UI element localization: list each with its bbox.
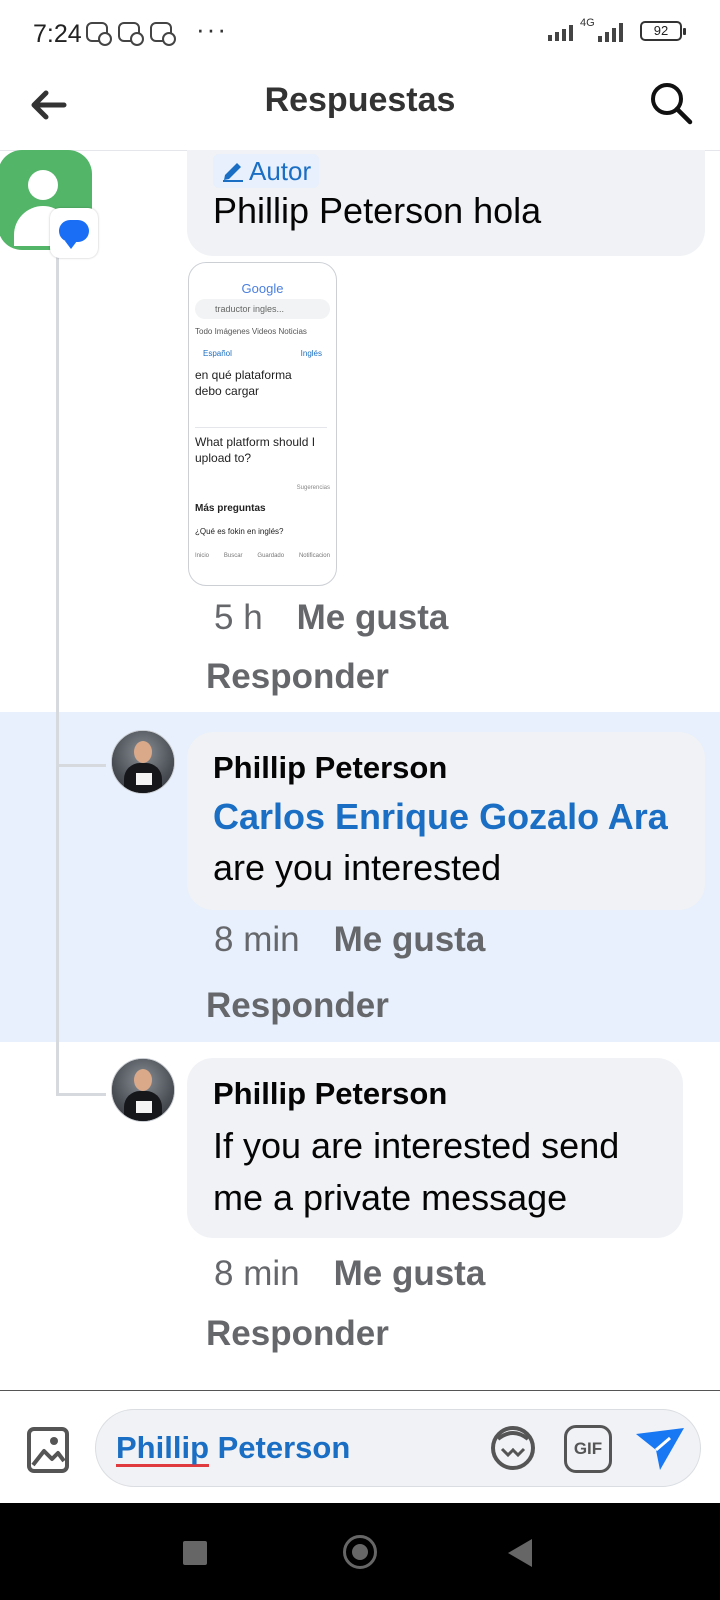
- attachment-nav: Inicio Buscar Guardado Notificacion: [195, 553, 330, 559]
- reply-button[interactable]: Responder: [206, 657, 389, 697]
- status-right: 4G 92: [548, 17, 686, 42]
- attachment-suggestions: Sugerencias: [296, 485, 330, 491]
- status-bar: 7:24 ··· 4G 92: [0, 0, 720, 68]
- attachment-nav-item: Buscar: [223, 553, 243, 559]
- comment-text-line: If you are interested send: [213, 1125, 620, 1166]
- attachment-languages: Español Inglés: [203, 349, 322, 358]
- notification-icons: [86, 22, 176, 46]
- system-nav-bar: [0, 1503, 720, 1600]
- like-button[interactable]: Me gusta: [334, 920, 486, 959]
- mention-link[interactable]: Carlos Enrique Gozalo Ara: [213, 796, 668, 838]
- attachment-nav-item: Guardado: [257, 553, 285, 559]
- attachment-target-lang: Inglés: [300, 349, 322, 358]
- screenshot-attachment[interactable]: Google traductor ingles... Todo Imágenes…: [188, 262, 337, 586]
- comment-meta: 5 h Me gusta: [214, 598, 448, 638]
- comment-text: Phillip Peterson hola: [213, 190, 542, 231]
- back-triangle-icon[interactable]: [508, 1539, 532, 1567]
- attachment-google-logo: Google: [241, 281, 284, 296]
- attachment-more-questions: Más preguntas: [195, 503, 266, 514]
- pencil-icon: [223, 163, 243, 182]
- signal-icon: [548, 25, 573, 41]
- photo-icon[interactable]: [26, 1425, 70, 1475]
- attachment-tabs: Todo Imágenes Videos Noticias: [195, 327, 307, 336]
- network-4g: 4G: [580, 17, 630, 42]
- comment-input-text: Phillip Peterson: [116, 1430, 350, 1466]
- thread-branch: [56, 1093, 106, 1096]
- comment-bubble[interactable]: Autor Phillip Peterson hola: [187, 150, 705, 256]
- page-title: Respuestas: [264, 81, 456, 119]
- comment-meta: 8 min Me gusta: [214, 1254, 485, 1294]
- recent-apps-icon[interactable]: [183, 1541, 207, 1565]
- chat-notification-icon: [86, 22, 112, 46]
- reply-button[interactable]: Responder: [206, 1314, 389, 1354]
- attachment-source-lang: Español: [203, 349, 232, 358]
- more-notifications-icon: ···: [196, 14, 228, 44]
- comment-author-name[interactable]: Phillip Peterson: [213, 750, 447, 786]
- comment-time: 8 min: [214, 1254, 300, 1293]
- app-header: Respuestas: [0, 68, 720, 151]
- chat-notification-icon: [150, 22, 176, 46]
- comment-composer: Phillip Peterson GIF: [0, 1391, 720, 1503]
- author-badge: Autor: [213, 154, 320, 188]
- thread-branch: [56, 764, 106, 767]
- thread-line: [56, 250, 59, 1096]
- attachment-nav-item: Inicio: [195, 553, 210, 559]
- comment-bubble[interactable]: Phillip Peterson If you are interested s…: [187, 1058, 683, 1238]
- comment-input[interactable]: Phillip Peterson GIF: [95, 1409, 701, 1487]
- author-badge-label: Autor: [249, 155, 312, 186]
- gif-button[interactable]: GIF: [564, 1425, 612, 1473]
- comment-time: 5 h: [214, 598, 263, 637]
- avatar[interactable]: [111, 730, 175, 794]
- mention-last-name: Peterson: [217, 1430, 351, 1465]
- status-time: 7:24: [33, 20, 82, 48]
- attachment-nav-item: Notificacion: [298, 553, 330, 559]
- comment-time: 8 min: [214, 920, 300, 959]
- sticker-icon[interactable]: [488, 1423, 538, 1473]
- reply-button[interactable]: Responder: [206, 986, 389, 1026]
- mention-first-name: Phillip: [116, 1430, 209, 1465]
- messages-app-badge-icon: [50, 208, 98, 258]
- comment-author-name[interactable]: Phillip Peterson: [213, 1076, 447, 1112]
- attachment-source-text: en qué plataforma debo cargar: [195, 368, 292, 398]
- battery-icon: 92: [640, 21, 686, 41]
- comment-meta: 8 min Me gusta: [214, 920, 485, 960]
- search-icon[interactable]: [646, 78, 696, 128]
- comment-bubble[interactable]: Phillip Peterson Carlos Enrique Gozalo A…: [187, 732, 705, 910]
- attachment-search-bar: traductor ingles...: [195, 299, 330, 319]
- comment-text-line: me a private message: [213, 1177, 568, 1218]
- attachment-faq: ¿Qué es fokin en inglés?: [195, 527, 284, 536]
- comment-text: are you interested: [213, 847, 502, 888]
- signal-4g-icon: [598, 23, 623, 42]
- chat-notification-icon: [118, 22, 144, 46]
- send-icon[interactable]: [634, 1424, 686, 1474]
- attachment-translation: What platform should I upload to?: [195, 427, 327, 466]
- home-icon[interactable]: [343, 1535, 377, 1569]
- like-button[interactable]: Me gusta: [297, 598, 449, 637]
- avatar-head: [28, 170, 58, 200]
- avatar[interactable]: [111, 1058, 175, 1122]
- like-button[interactable]: Me gusta: [334, 1254, 486, 1293]
